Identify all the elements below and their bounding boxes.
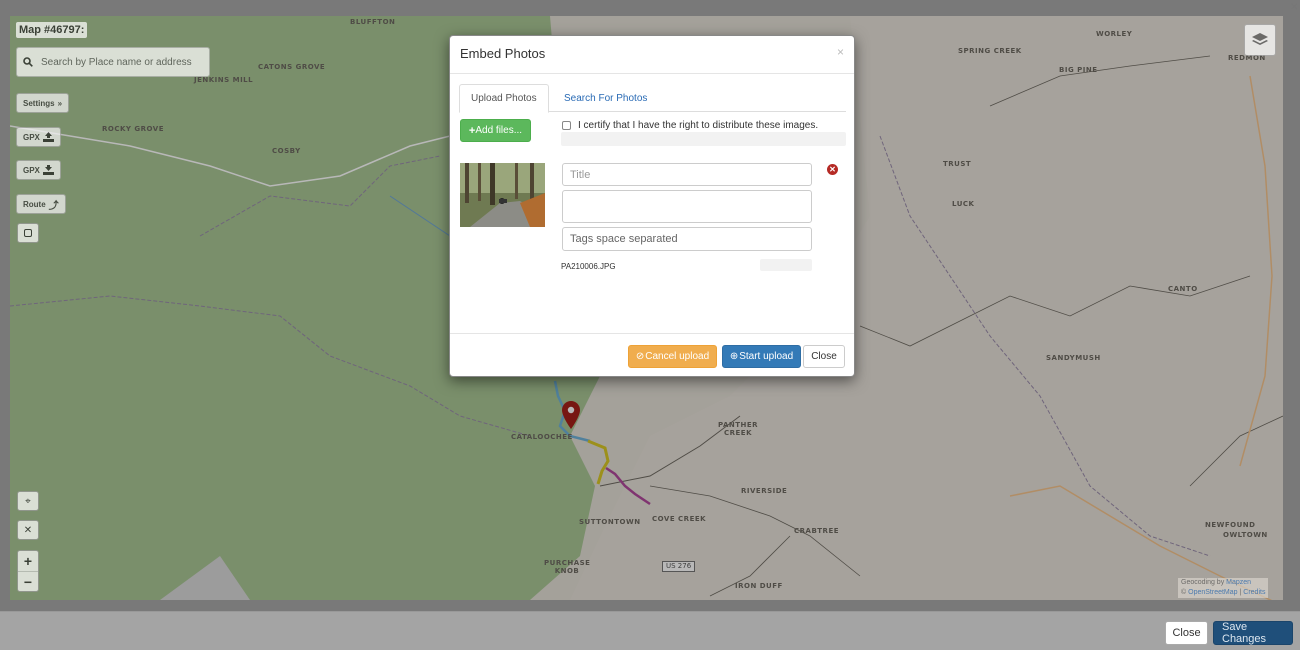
layers-icon <box>1252 33 1268 45</box>
zoom-out-button[interactable]: − <box>18 571 38 591</box>
route-label: Route <box>23 199 46 209</box>
photo-tags-input[interactable]: Tags space separated <box>562 227 812 251</box>
search-icon <box>17 55 39 70</box>
square-draw-icon <box>24 229 32 237</box>
page-footer <box>0 611 1300 650</box>
file-name: PA210006.JPG <box>561 262 616 271</box>
footer-close-button[interactable]: Close <box>1165 621 1208 645</box>
remove-icon[interactable]: ✕ <box>827 164 838 175</box>
gpx-download-button[interactable]: GPX <box>16 160 61 180</box>
modal-close-button[interactable]: Close <box>803 345 845 368</box>
cancel-upload-label: Cancel upload <box>645 351 710 362</box>
gpx-download-label: GPX <box>23 165 40 175</box>
modal-header: Embed Photos × <box>450 36 854 74</box>
fullscreen-button[interactable]: ✕ <box>17 520 39 540</box>
layers-button[interactable] <box>1244 24 1276 56</box>
upload-progress-bar <box>561 132 846 146</box>
gpx-upload-label: GPX <box>23 132 40 142</box>
certify-label: I certify that I have the right to distr… <box>578 120 819 131</box>
search-box[interactable] <box>16 47 210 77</box>
download-icon <box>42 165 54 175</box>
gpx-upload-button[interactable]: GPX <box>16 127 61 147</box>
add-files-label: Add files... <box>475 125 523 136</box>
tab-upload-photos[interactable]: Upload Photos <box>459 84 549 113</box>
map-title: Map #46797: <box>16 22 88 38</box>
attribution-text: Geocoding by <box>1181 579 1225 586</box>
upload-circle-icon: ⊕ <box>729 351 739 362</box>
fullscreen-icon: ✕ <box>23 524 33 536</box>
embed-photos-modal: Embed Photos × Upload Photos Search For … <box>449 35 855 377</box>
cancel-upload-button[interactable]: ⊘ Cancel upload <box>628 345 717 368</box>
chevron-right-icon: » <box>57 98 63 108</box>
certify-checkbox[interactable] <box>562 121 571 130</box>
openstreetmap-link[interactable]: OpenStreetMap <box>1188 589 1237 596</box>
attribution-separator: | <box>1239 589 1242 596</box>
upload-icon <box>42 132 54 142</box>
save-changes-button[interactable]: Save Changes <box>1213 621 1293 645</box>
mapzen-link[interactable]: Mapzen <box>1226 579 1251 586</box>
zoom-in-button[interactable]: + <box>18 551 38 571</box>
modal-title: Embed Photos <box>460 46 546 61</box>
start-upload-button[interactable]: ⊕ Start upload <box>722 345 801 368</box>
photo-title-input[interactable]: Title <box>562 163 812 186</box>
route-button[interactable]: Route ⤴ <box>16 194 66 214</box>
settings-label: Settings <box>23 98 55 108</box>
locate-button[interactable]: ⌖ <box>17 491 39 511</box>
modal-footer-divider <box>450 333 854 334</box>
settings-button[interactable]: Settings » <box>16 93 70 113</box>
add-files-button[interactable]: + Add files... <box>460 119 531 142</box>
locate-icon: ⌖ <box>25 495 31 507</box>
modal-tabs: Upload Photos Search For Photos <box>459 84 846 113</box>
start-upload-label: Start upload <box>739 351 794 362</box>
search-input[interactable] <box>39 55 204 69</box>
photo-thumbnail <box>460 163 545 227</box>
file-progress-bar <box>760 259 812 271</box>
credits-link[interactable]: Credits <box>1243 589 1265 596</box>
ban-icon: ⊘ <box>635 351 645 362</box>
modal-close-icon[interactable]: × <box>837 45 844 59</box>
copyright-symbol: © <box>1181 589 1187 596</box>
zoom-control: + − <box>17 550 39 592</box>
photo-description-input[interactable] <box>562 190 812 223</box>
map-attribution: Geocoding by Mapzen © OpenStreetMap | Cr… <box>1178 578 1269 598</box>
draw-rectangle-button[interactable] <box>17 223 39 243</box>
certify-row: I certify that I have the right to distr… <box>562 120 818 131</box>
route-icon: ⤴ <box>48 200 59 212</box>
tab-search-for-photos[interactable]: Search For Photos <box>553 84 658 113</box>
